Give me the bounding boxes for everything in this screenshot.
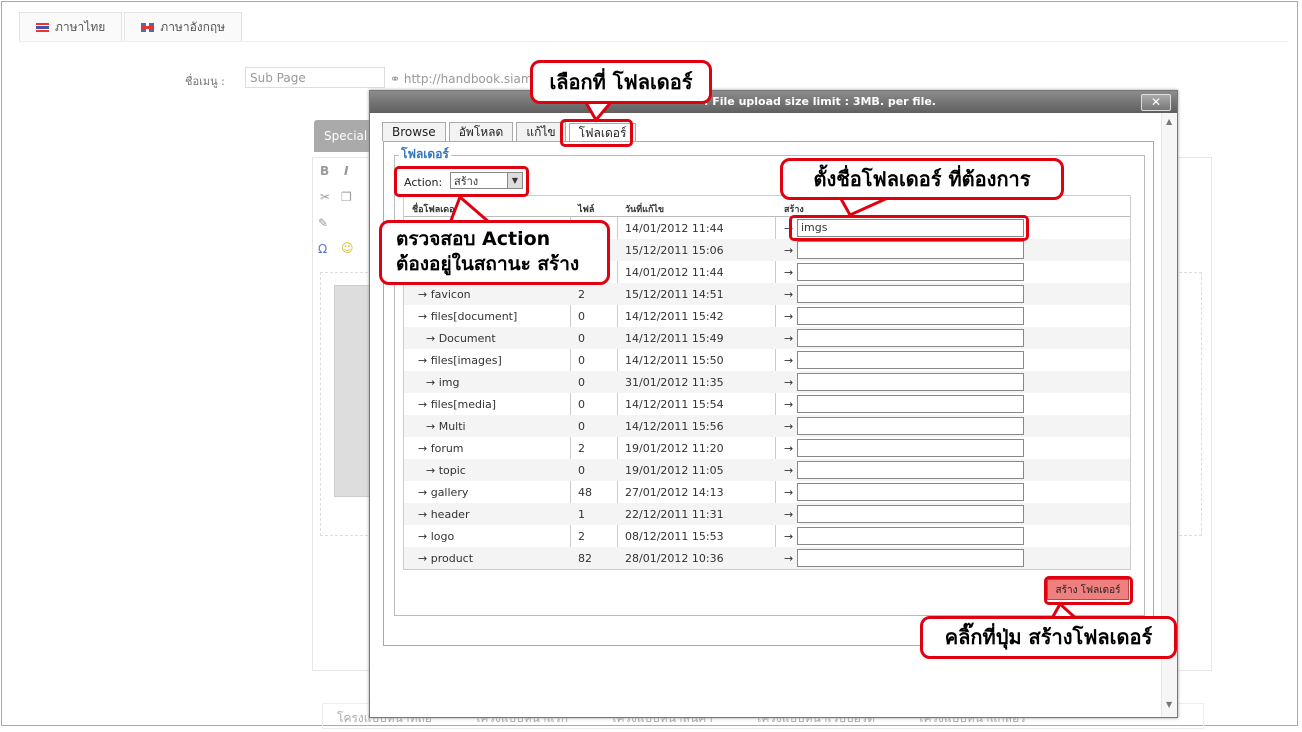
callout-click-create: คลิ๊กที่ปุ่ม สร้างโฟลเดอร์ [920, 616, 1177, 659]
callout-line: ต้องอยู่ในสถานะ สร้าง [396, 253, 580, 275]
callout-check-action: ตรวจสอบ Action ต้องอยู่ในสถานะ สร้าง [379, 220, 610, 285]
callout-name-folder: ตั้งชื่อโฟลเดอร์ ที่ต้องการ [780, 158, 1064, 200]
callout-line: ตรวจสอบ Action [396, 228, 551, 250]
callout-select-folder: เลือกที่ โฟลเดอร์ [530, 60, 712, 104]
